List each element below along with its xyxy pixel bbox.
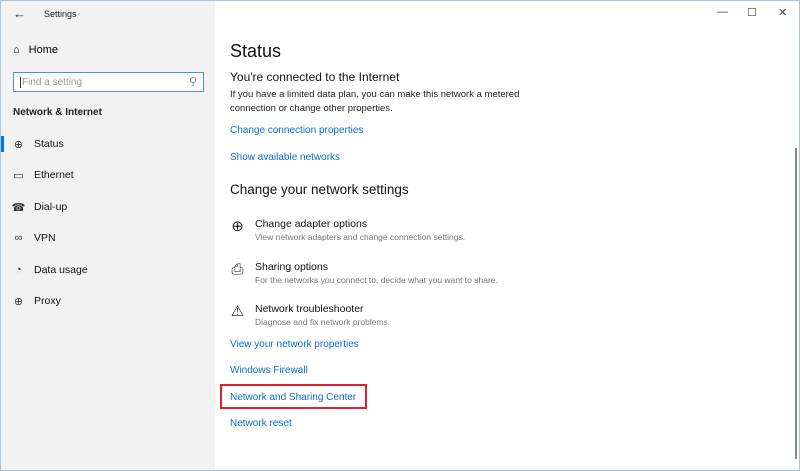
status-description: If you have a limited data plan, you can… — [230, 89, 520, 114]
highlight-box — [220, 384, 367, 409]
option-title: Sharing options — [255, 261, 328, 273]
adapter-globe-icon: ⊕ — [231, 218, 244, 235]
option-title: Network troubleshooter — [255, 303, 364, 315]
sidebar: ← Settings ⌂ Home Find a setting ⚲ Network… — [1, 1, 215, 470]
window-title: Settings — [44, 9, 77, 19]
warning-icon: ⚠ — [230, 303, 245, 320]
sidebar-item-proxy[interactable]: ⊕ Proxy — [1, 289, 215, 313]
option-desc: View network adapters and change connect… — [255, 232, 466, 242]
nav-label: Ethernet — [34, 169, 74, 181]
ethernet-icon: ▭ — [13, 169, 24, 182]
option-desc: Diagnose and fix network problems. — [255, 317, 391, 327]
vpn-icon: ∞ — [14, 232, 23, 244]
sidebar-item-status[interactable]: ⊕ Status — [1, 132, 215, 156]
home-icon: ⌂ — [13, 44, 20, 56]
change-adapter-options[interactable]: ⊕ Change adapter options View network adap… — [229, 218, 465, 242]
search-placeholder: Find a setting — [20, 77, 83, 88]
nav-label: Status — [34, 138, 64, 150]
search-input[interactable]: Find a setting ⚲ — [13, 72, 204, 92]
maximize-button[interactable]: ☐ — [747, 6, 757, 19]
home-label: Home — [28, 44, 58, 56]
section-title: Network & Internet — [13, 107, 102, 118]
sidebar-item-vpn[interactable]: ∞ VPN — [1, 226, 215, 250]
page-title: Status — [230, 41, 282, 61]
close-button[interactable]: ✕ — [778, 6, 787, 19]
nav-label: Dial-up — [34, 201, 68, 213]
view-network-properties-link[interactable]: View your network properties — [230, 339, 359, 350]
show-available-networks-link[interactable]: Show available networks — [230, 152, 340, 163]
proxy-globe-icon: ⊕ — [13, 295, 24, 308]
section-heading: Change your network settings — [230, 182, 409, 197]
nav-label: VPN — [34, 232, 56, 244]
scrollbar[interactable] — [795, 148, 797, 459]
option-title: Change adapter options — [255, 218, 368, 230]
sidebar-item-ethernet[interactable]: ▭ Ethernet — [1, 163, 215, 187]
sidebar-home[interactable]: ⌂ Home — [13, 44, 58, 56]
sidebar-item-dial-up[interactable]: ☎ Dial-up — [1, 195, 215, 219]
connection-status: You're connected to the Internet — [230, 70, 400, 84]
status-globe-icon: ⊕ — [13, 138, 24, 151]
search-icon[interactable]: ⚲ — [189, 75, 197, 88]
dial-up-icon: ☎ — [11, 201, 26, 214]
change-connection-properties-link[interactable]: Change connection properties — [230, 125, 363, 136]
network-troubleshooter[interactable]: ⚠ Network troubleshooter Diagnose and fix … — [229, 303, 390, 327]
nav-label: Data usage — [34, 264, 88, 276]
network-reset-link[interactable]: Network reset — [230, 418, 292, 429]
settings-window: ← Settings ⌂ Home Find a setting ⚲ Network… — [0, 0, 800, 471]
sharing-options[interactable]: ⎙ Sharing options For the networks you con… — [229, 261, 498, 285]
back-arrow-icon[interactable]: ← — [13, 6, 26, 21]
sidebar-item-data-usage[interactable]: ◔ Data usage — [1, 258, 215, 282]
nav-label: Proxy — [34, 295, 61, 307]
windows-firewall-link[interactable]: Windows Firewall — [230, 365, 308, 376]
minimize-button[interactable]: — — [717, 6, 728, 18]
sharing-printer-icon: ⎙ — [231, 261, 244, 278]
data-usage-icon: ◔ — [15, 264, 22, 276]
option-desc: For the networks you connect to, decide … — [255, 275, 498, 285]
